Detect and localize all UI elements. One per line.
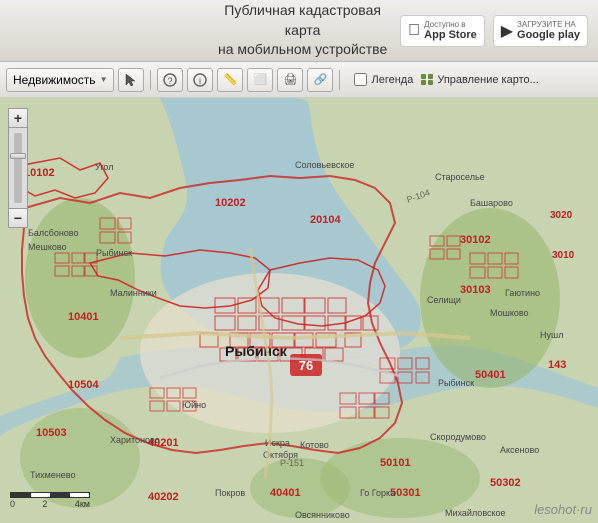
header-title-line2: на мобильном устройстве (205, 40, 400, 60)
scalebar-segment-1 (11, 493, 31, 497)
separator (150, 70, 151, 90)
svg-text:10503: 10503 (36, 427, 67, 439)
info-tool-button[interactable]: i (187, 68, 213, 92)
svg-text:3020: 3020 (550, 210, 573, 221)
toolbar: Недвижимость ▼ ? i 📏 ⬜ 🖨 🔗 Легенда Управ… (0, 62, 598, 98)
googleplay-name: Google play (517, 29, 580, 41)
apple-icon:  (408, 22, 420, 40)
scalebar-line: 0 2 4км (10, 492, 90, 509)
legend-label: Легенда (371, 74, 413, 86)
svg-text:i: i (199, 76, 201, 86)
header-title: Публичная кадастровая карта на мобильном… (205, 1, 400, 60)
zoom-out-button[interactable]: − (8, 208, 28, 228)
svg-text:Старосельe: Старосельe (435, 172, 485, 182)
svg-text:Михайловское: Михайловское (445, 508, 506, 518)
zoom-slider[interactable] (8, 128, 28, 208)
svg-text:3010: 3010 (552, 250, 575, 261)
print-tool-button[interactable]: 🖨 (277, 68, 303, 92)
svg-text:Балсбоново: Балсбоново (28, 228, 78, 238)
svg-text:Овсянниково: Овсянниково (295, 510, 350, 520)
legend-checkbox-label[interactable]: Легенда (354, 73, 413, 86)
watermark: lesohot·ru (534, 502, 592, 517)
svg-text:Соловьевское: Соловьевское (295, 160, 354, 170)
map-area[interactable]: 10102 10202 20104 30102 30103 3020 3010 … (0, 98, 598, 523)
appstore-badge[interactable]:  Доступно в App Store (400, 15, 485, 47)
svg-text:Скородумово: Скородумово (430, 432, 486, 442)
svg-text:Нушл: Нушл (540, 330, 563, 340)
svg-text:Гаютино: Гаютино (505, 288, 540, 298)
area-tool-button[interactable]: ⬜ (247, 68, 273, 92)
svg-text:Малинники: Малинники (110, 288, 157, 298)
property-select[interactable]: Недвижимость ▼ (6, 68, 114, 92)
svg-text:40401: 40401 (270, 487, 301, 499)
googleplay-badge[interactable]: ▶ ЗАГРУЗИТЕ НА Google play (493, 15, 588, 47)
header-badges:  Доступно в App Store ▶ ЗАГРУЗИТЕ НА Go… (400, 15, 588, 47)
svg-text:10102: 10102 (24, 167, 55, 179)
cursor-icon (124, 73, 138, 87)
svg-text:Тихменево: Тихменево (30, 470, 75, 480)
svg-text:Рыбинск: Рыбинск (438, 378, 474, 388)
svg-text:Юйно: Юйно (182, 400, 206, 410)
svg-text:Р-151: Р-151 (280, 458, 304, 468)
separator2 (339, 70, 340, 90)
link-tool-button[interactable]: 🔗 (307, 68, 333, 92)
scalebar-segment-4 (70, 493, 90, 497)
svg-text:50101: 50101 (380, 457, 411, 469)
manage-label: Управление карто... (437, 74, 538, 86)
scalebar-label-2: 2 (42, 499, 47, 509)
map-svg: 10102 10202 20104 30102 30103 3020 3010 … (0, 98, 598, 523)
manage-map-button[interactable]: Управление карто... (421, 74, 538, 86)
svg-text:Селищи: Селищи (427, 295, 461, 305)
cursor-tool-button[interactable] (118, 68, 144, 92)
appstore-sublabel: Доступно в (424, 20, 477, 29)
svg-text:143: 143 (548, 359, 566, 371)
svg-text:Котово: Котово (300, 440, 329, 450)
svg-text:Мошково: Мошково (490, 308, 529, 318)
scalebar-label-0: 0 (10, 499, 15, 509)
scalebar: 0 2 4км (10, 492, 90, 509)
info-icon: i (193, 73, 207, 87)
question-tool-button[interactable]: ? (157, 68, 183, 92)
svg-text:Го Горка: Го Горка (360, 488, 395, 498)
appstore-name: App Store (424, 29, 477, 41)
svg-text:Покров: Покров (215, 488, 245, 498)
property-label: Недвижимость (13, 73, 96, 87)
svg-text:Башарово: Башарово (470, 198, 513, 208)
scalebar-segment-2 (31, 493, 51, 497)
svg-text:30103: 30103 (460, 284, 491, 296)
zoom-controls: + − (8, 108, 28, 228)
svg-text:10401: 10401 (68, 311, 99, 323)
googleplay-sublabel: ЗАГРУЗИТЕ НА (517, 20, 580, 29)
scalebar-label-4km: 4км (75, 499, 90, 509)
question-icon: ? (163, 73, 177, 87)
zoom-handle[interactable] (10, 153, 26, 159)
svg-text:Аксеново: Аксеново (500, 445, 539, 455)
app-container: Публичная кадастровая карта на мобильном… (0, 0, 598, 523)
zoom-in-button[interactable]: + (8, 108, 28, 128)
svg-text:Угол: Угол (95, 162, 113, 172)
svg-text:Харитоново: Харитоново (110, 435, 160, 445)
svg-text:40202: 40202 (148, 491, 179, 503)
header: Публичная кадастровая карта на мобильном… (0, 0, 598, 62)
scalebar-segment-3 (50, 493, 70, 497)
svg-text:Рыбинск: Рыбинск (225, 343, 288, 359)
legend-checkbox[interactable] (354, 73, 367, 86)
svg-text:Мешково: Мешково (28, 242, 67, 252)
svg-text:50302: 50302 (490, 477, 521, 489)
manage-icon (421, 74, 433, 85)
ruler-tool-button[interactable]: 📏 (217, 68, 243, 92)
svg-text:30102: 30102 (460, 234, 491, 246)
scalebar-bar (10, 492, 90, 498)
scalebar-labels: 0 2 4км (10, 499, 90, 509)
dropdown-arrow-icon: ▼ (100, 75, 108, 84)
zoom-slider-track (14, 133, 22, 203)
svg-text:20104: 20104 (310, 214, 341, 226)
svg-text:10202: 10202 (215, 197, 246, 209)
header-title-line1: Публичная кадастровая карта (205, 1, 400, 40)
svg-text:?: ? (168, 76, 173, 86)
svg-text:50401: 50401 (475, 369, 506, 381)
play-icon: ▶ (501, 21, 513, 41)
svg-text:10504: 10504 (68, 379, 99, 391)
svg-text:Рыбинск: Рыбинск (96, 248, 132, 258)
